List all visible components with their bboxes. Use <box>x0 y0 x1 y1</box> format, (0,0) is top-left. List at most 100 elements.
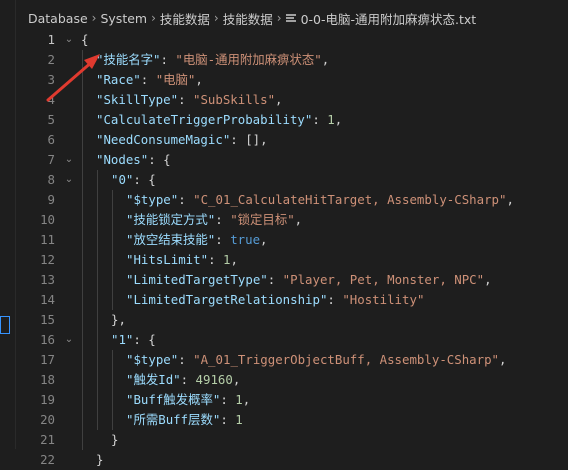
code-line[interactable]: 2 "技能名字": "电脑-通用附加麻痹状态", <box>15 50 568 70</box>
code-token: "Player, Pet, Monster, NPC" <box>282 272 485 287</box>
breadcrumb-file-name[interactable]: 0-0-电脑-通用附加麻痹状态.txt <box>301 9 477 28</box>
code-token: "触发Id" <box>126 372 181 387</box>
code-text: "技能锁定方式": "锁定目标", <box>126 210 302 230</box>
code-token: "$type" <box>126 352 179 367</box>
code-token: : <box>208 252 223 267</box>
code-token: : <box>180 372 196 387</box>
code-token: , <box>242 392 251 407</box>
code-line[interactable]: 13 "LimitedTargetType": "Player, Pet, Mon… <box>15 270 568 290</box>
code-token: "SubSkills" <box>192 92 276 107</box>
code-token: : <box>178 192 194 207</box>
chevron-down-icon[interactable]: ⌄ <box>63 30 75 50</box>
code-line[interactable]: 11 "放空结束技能": true, <box>15 230 568 250</box>
code-token: 1 <box>327 112 335 127</box>
code-token: , <box>195 72 203 87</box>
code-token: : <box>215 212 231 227</box>
code-token: "LimitedTargetType" <box>126 272 268 287</box>
code-token: , <box>260 232 268 247</box>
code-line[interactable]: 18 "触发Id": 49160, <box>15 370 568 390</box>
code-token: : <box>312 112 328 127</box>
breadcrumb-item-database[interactable]: Database <box>28 11 88 26</box>
breadcrumb: Database › System › 技能数据 › 技能数据 › 0-0-电脑… <box>28 9 476 27</box>
code-line[interactable]: 16 ⌄ "1": { <box>15 330 568 350</box>
breadcrumb-item-skill-data[interactable]: 技能数据 <box>160 9 210 28</box>
code-token: "锁定目标" <box>230 212 295 227</box>
code-token: "1" <box>111 332 134 347</box>
code-text: "放空结束技能": true, <box>126 230 268 250</box>
code-token: , <box>232 372 241 387</box>
code-token: : <box>327 292 343 307</box>
code-token: : { <box>133 172 156 187</box>
breadcrumb-item-skill-data-sub[interactable]: 技能数据 <box>223 9 273 28</box>
code-token: } <box>96 452 104 467</box>
code-line[interactable]: 12 "HitsLimit": 1, <box>15 250 568 270</box>
code-line[interactable]: 10 "技能锁定方式": "锁定目标", <box>15 210 568 230</box>
code-token: , <box>321 52 330 67</box>
chevron-right-icon: › <box>213 11 219 25</box>
line-number: 7 <box>47 152 55 167</box>
code-token: , <box>506 192 514 207</box>
line-number: 8 <box>47 172 55 187</box>
code-token: "SkillType" <box>96 92 179 107</box>
code-token: "Buff触发概率" <box>126 392 221 407</box>
line-number: 16 <box>40 332 55 347</box>
code-editor[interactable]: 1 ⌄ {2 "技能名字": "电脑-通用附加麻痹状态", 3 "Race": "电脑",… <box>15 30 568 467</box>
code-text: "触发Id": 49160, <box>126 370 240 390</box>
code-token: true <box>230 232 261 247</box>
code-token: "0" <box>111 172 134 187</box>
code-token: : <box>220 392 236 407</box>
chevron-down-icon[interactable]: ⌄ <box>63 330 75 350</box>
code-line[interactable]: 19 "Buff触发概率": 1, <box>15 390 568 410</box>
line-number: 1 <box>47 32 55 47</box>
code-token: "放空结束技能" <box>126 232 216 247</box>
code-token: "HitsLimit" <box>126 252 209 267</box>
code-line[interactable]: 17 "$type": "A_01_TriggerObjectBuff, Asse… <box>15 350 568 370</box>
chevron-down-icon[interactable]: ⌄ <box>63 170 75 190</box>
activity-indicator[interactable] <box>0 316 10 334</box>
line-number: 3 <box>47 72 55 87</box>
code-line[interactable]: 4 "SkillType": "SubSkills", <box>15 90 568 110</box>
code-token: : { <box>148 152 171 167</box>
breadcrumb-item-system[interactable]: System <box>100 11 147 26</box>
code-line[interactable]: 22} <box>15 450 568 470</box>
code-line[interactable]: 7 ⌄ "Nodes": { <box>15 150 568 170</box>
code-line[interactable]: 8 ⌄ "0": { <box>15 170 568 190</box>
code-token: 49160 <box>195 372 233 387</box>
activity-bar <box>0 0 16 449</box>
code-line[interactable]: 15}, <box>15 310 568 330</box>
code-token: : <box>140 72 156 87</box>
code-line[interactable]: 3 "Race": "电脑", <box>15 70 568 90</box>
code-text: "Race": "电脑", <box>96 70 203 90</box>
code-line[interactable]: 9 "$type": "C_01_CalculateHitTarget, Asse… <box>15 190 568 210</box>
code-text: "LimitedTargetRelationship": "Hostility" <box>126 290 424 310</box>
code-token: : { <box>133 332 156 347</box>
code-token: 1 <box>235 412 243 427</box>
line-number: 19 <box>40 392 55 407</box>
chevron-down-icon[interactable]: ⌄ <box>63 150 75 170</box>
code-text: "NeedConsumeMagic": [], <box>96 130 268 150</box>
code-line[interactable]: 1 ⌄ { <box>15 30 568 50</box>
line-number: 11 <box>40 232 55 247</box>
line-number: 15 <box>40 312 55 327</box>
code-token: : [], <box>230 132 268 147</box>
code-token: "所需Buff层数" <box>126 412 221 427</box>
code-line[interactable]: 20 "所需Buff层数": 1 <box>15 410 568 430</box>
code-text: { <box>81 30 88 50</box>
code-line[interactable]: 6 "NeedConsumeMagic": [], <box>15 130 568 150</box>
code-token: "Race" <box>96 72 141 87</box>
line-number: 18 <box>40 372 55 387</box>
code-token: "技能名字" <box>96 52 161 67</box>
code-line[interactable]: 5 "CalculateTriggerProbability": 1, <box>15 110 568 130</box>
code-token: : <box>160 52 176 67</box>
line-number: 2 <box>47 52 55 67</box>
chevron-right-icon: › <box>276 11 282 25</box>
text-file-icon <box>285 13 296 23</box>
code-token: , <box>294 212 303 227</box>
code-token: , <box>334 112 343 127</box>
code-token: "电脑-通用附加麻痹状态" <box>175 52 322 67</box>
code-line[interactable]: 14 "LimitedTargetRelationship": "Hostilit… <box>15 290 568 310</box>
line-number: 17 <box>40 352 55 367</box>
code-text: "Buff触发概率": 1, <box>126 390 250 410</box>
code-line[interactable]: 21} <box>15 430 568 450</box>
code-token: }, <box>111 312 126 327</box>
